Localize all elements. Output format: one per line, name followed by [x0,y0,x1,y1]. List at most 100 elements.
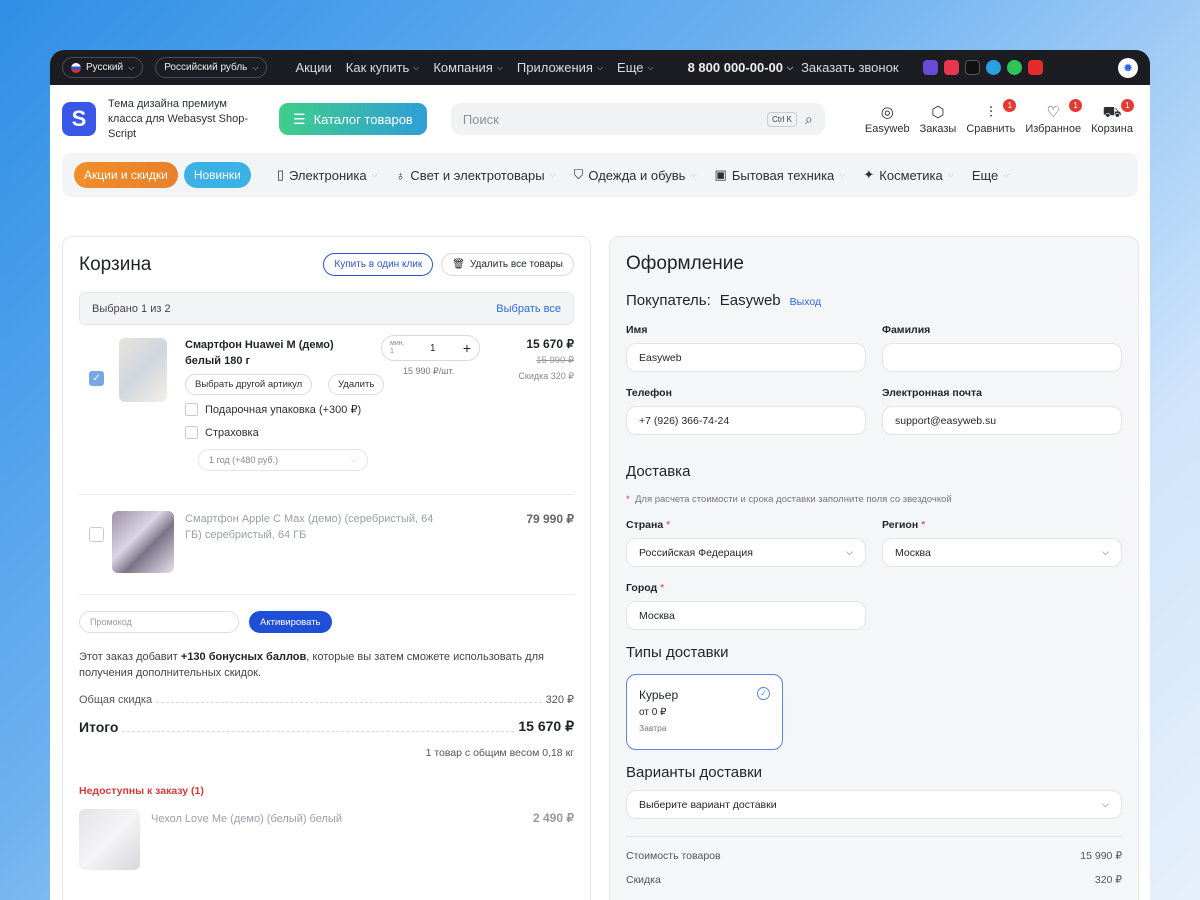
favorites-button[interactable]: ♡ 1 Избранное [1020,99,1086,135]
currency-select[interactable]: Российский рубль ⌵ [155,57,268,78]
first-name-group: Имя Easyweb [626,324,866,372]
catalog-button[interactable]: ☰ Каталог товаров [279,103,427,135]
item-name[interactable]: Чехол Love Me (демо) (белый) белый [151,811,342,827]
unit-price: 15 990 ₽/шт. [403,366,455,376]
viber-icon[interactable] [922,60,938,75]
top-nav-item-promo[interactable]: Акции [295,60,331,75]
category-more[interactable]: Еще ⌵ [972,167,1010,183]
category-cosmetics[interactable]: ✦ Косметика ⌵ [863,167,953,183]
last-name-field[interactable] [882,343,1122,372]
rutube-icon[interactable] [964,60,980,75]
top-nav-item-more[interactable]: Еще ⌵ [617,60,654,75]
new-chip[interactable]: Новинки [183,162,251,188]
compare-button[interactable]: ⫶ 1 Сравнить [961,99,1020,135]
selection-bar: Выбрано 1 из 2 Выбрать все [79,292,574,325]
category-appliances[interactable]: ▣ Бытовая техника ⌵ [715,167,846,183]
settings-icon[interactable]: ✹ [1118,57,1138,78]
buyer-row: Покупатель: Easyweb Выход [626,292,1122,309]
cart-label: Корзина [1091,123,1133,135]
email-group: Электронная почта support@easyweb.su [882,387,1122,435]
cart-title: Корзина [79,253,152,275]
phone-link[interactable]: 8 800 000-00-00 ⌵ [688,60,794,75]
product-image[interactable] [119,338,167,402]
category-label: Бытовая техника [731,167,835,183]
top-nav-item-apps[interactable]: Приложения ⌵ [517,60,603,75]
first-name-field[interactable]: Easyweb [626,343,866,372]
item-checkbox[interactable] [89,527,104,542]
whatsapp-icon[interactable] [1006,60,1022,75]
country-select[interactable]: Российская Федерация ⌵ [626,538,866,567]
delete-all-button[interactable]: 🗑 Удалить все товары [441,253,574,276]
item-name[interactable]: Смартфон Huawei M (демо) [185,337,334,353]
city-field[interactable]: Москва [626,601,866,630]
gift-wrap-checkbox[interactable] [185,403,198,416]
top-nav-label: Еще [617,60,644,75]
discount-label: Скидка [626,874,661,886]
delivery-variant-select[interactable]: Выберите вариант доставки ⌵ [626,790,1122,819]
goods-cost-label: Стоимость товаров [626,850,721,862]
qty-value[interactable]: 1 [430,343,436,354]
change-sku-button[interactable]: Выбрать другой артикул [185,374,313,395]
appliance-icon: ▣ [714,167,727,182]
total-discount-row: Общая скидка 320 ₽ [79,693,574,706]
category-electronics[interactable]: ▯ Электроника ⌵ [277,167,378,183]
chevron-down-icon: ⌵ [846,547,853,557]
item-price: 15 670 ₽ [526,337,574,351]
insurance-option[interactable]: Страховка [185,426,259,439]
insurance-select[interactable]: 1 год (+480 руб.) ⌵ [198,449,368,471]
delete-item-button[interactable]: Удалить [328,374,385,395]
top-nav-item-company[interactable]: Компания ⌵ [433,60,503,75]
top-nav-item-how-to-buy[interactable]: Как купить ⌵ [346,60,420,75]
buyer-label: Покупатель: [626,292,711,309]
activate-button[interactable]: Активировать [249,611,332,633]
category-clothing[interactable]: ⛉ Одежда и обувь ⌵ [574,167,697,183]
unavailable-item: Чехол Love Me (демо) (белый) белый 2 490… [79,797,574,877]
ok-icon[interactable] [943,60,959,75]
tagline: Тема дизайна премиум класса для Webasyst… [108,97,248,140]
quantity-stepper[interactable]: мин. 1 1 + [381,335,480,361]
region-label-text: Регион [882,519,919,531]
chevron-down-icon: ⌵ [947,170,954,179]
goods-cost-row: Стоимость товаров 15 990 ₽ [626,850,1122,862]
product-image[interactable] [112,511,174,573]
promo-code-input[interactable]: Промокод [79,611,239,633]
category-label: Косметика [879,167,943,183]
email-field[interactable]: support@easyweb.su [882,406,1122,435]
youtube-icon[interactable] [1027,60,1043,75]
chevron-down-icon: ⌵ [252,62,259,72]
promo-chip[interactable]: Акции и скидки [74,162,178,188]
item-price: 79 990 ₽ [526,512,574,526]
chevron-down-icon: ⌵ [839,170,846,179]
logout-link[interactable]: Выход [790,296,821,308]
product-image[interactable] [79,809,140,870]
callback-link[interactable]: Заказать звонок [801,60,898,75]
logo[interactable]: S [62,102,96,136]
orders-button[interactable]: ⬡ Заказы [915,103,962,135]
language-select[interactable]: Русский ⌵ [62,57,144,78]
shirt-icon: ⛉ [573,167,584,182]
account-button[interactable]: ◎ Easyweb [860,103,915,135]
courier-option[interactable]: Курьер от 0 ₽ Завтра ✓ [626,674,783,750]
telegram-icon[interactable] [985,60,1001,75]
category-light[interactable]: ♁ Свет и электротовары ⌵ [396,167,556,183]
gift-wrap-option[interactable]: Подарочная упаковка (+300 ₽) [185,403,361,416]
chevron-down-icon: ⌵ [350,455,357,464]
insurance-checkbox[interactable] [185,426,198,439]
location-fields: Страна * Российская Федерация ⌵ Регион *… [626,519,1122,567]
total-discount-label: Общая скидка [79,694,153,706]
select-all-link[interactable]: Выбрать все [496,303,561,315]
plus-icon[interactable]: + [463,340,471,356]
search-input[interactable]: Поиск Ctrl K ⌕ [450,103,825,135]
search-icon[interactable]: ⌕ [805,111,813,128]
item-checkbox[interactable]: ✓ [89,371,104,386]
item-name[interactable]: Смартфон Apple C Max (демо) (серебристый… [185,511,450,543]
region-select[interactable]: Москва ⌵ [882,538,1122,567]
category-bar: Акции и скидки Новинки ▯ Электроника ⌵ ♁ Св… [62,153,1138,197]
item-price: 2 490 ₽ [533,811,574,825]
sparkle-icon: ✦ [863,167,875,182]
buy-one-click-button[interactable]: Купить в один клик [323,253,434,276]
cart-button[interactable]: ⛟ 1 Корзина [1086,99,1138,135]
required-star: * [660,582,665,594]
phone-field[interactable]: +7 (926) 366-74-24 [626,406,866,435]
check-circle-icon: ✓ [757,687,770,700]
